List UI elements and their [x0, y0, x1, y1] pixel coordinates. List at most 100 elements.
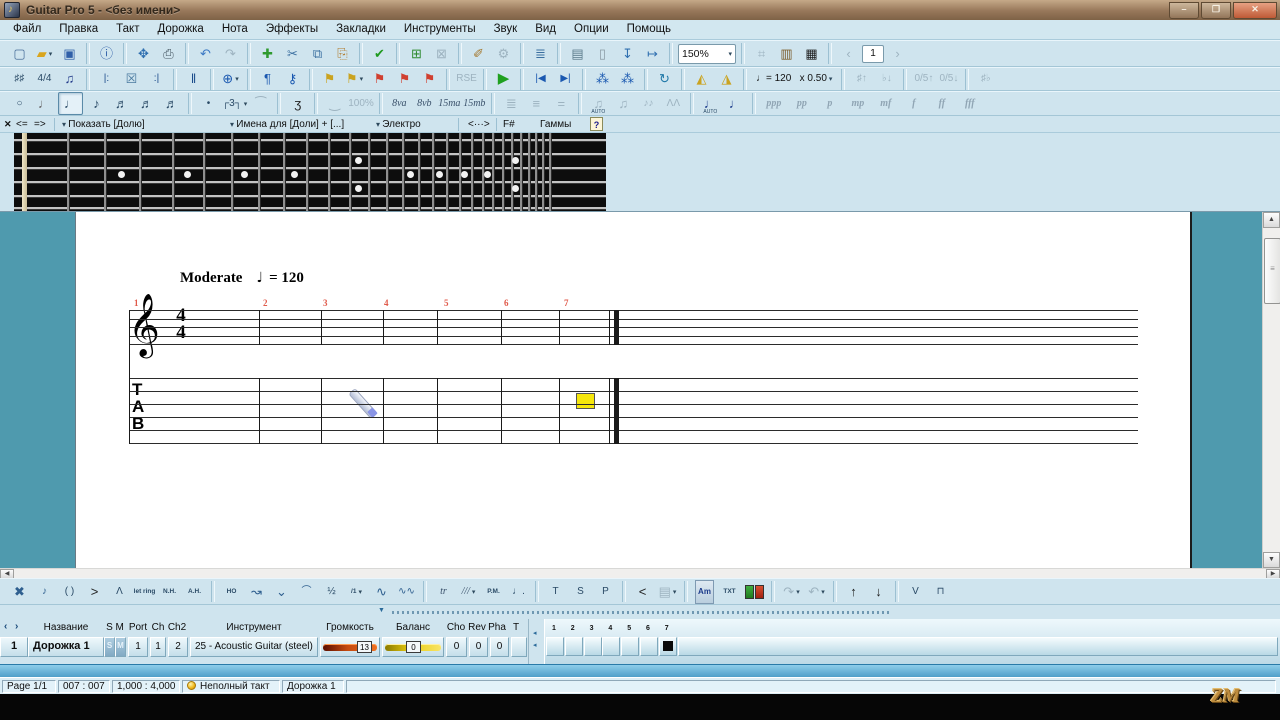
- text-button[interactable]: TXT: [718, 581, 741, 602]
- repeat-measure-button[interactable]: ☒: [120, 69, 143, 90]
- vertical-screen-mode-button[interactable]: ↧: [616, 43, 639, 64]
- quarter-note-button[interactable]: ♩: [58, 92, 83, 115]
- timeline-cell-1[interactable]: [546, 637, 564, 656]
- next-bookmark-button[interactable]: ⚑: [418, 69, 441, 90]
- timeline-cell-7[interactable]: [659, 637, 677, 656]
- fretboard[interactable]: [14, 133, 606, 211]
- menu-item-track[interactable]: Дорожка: [148, 20, 212, 39]
- properties-button[interactable]: ⓘ: [95, 43, 118, 64]
- strum-down-button[interactable]: ↓: [867, 581, 890, 602]
- palm-mute-button[interactable]: P.M.: [482, 581, 505, 602]
- paste-button[interactable]: ⎘: [331, 43, 354, 64]
- direction-button[interactable]: ¶: [256, 69, 279, 90]
- chord-diagram-button[interactable]: Am: [693, 581, 716, 602]
- dynamic-mp-button[interactable]: mp: [845, 93, 871, 114]
- rest-button[interactable]: ʒ: [286, 93, 309, 114]
- menu-item-measure[interactable]: Такт: [107, 20, 148, 39]
- staccato-button[interactable]: ♩.: [507, 581, 530, 602]
- channel2-cell[interactable]: 2: [168, 637, 188, 657]
- accent-button[interactable]: >: [83, 581, 106, 602]
- lock-button[interactable]: ⚷: [281, 69, 304, 90]
- save-button[interactable]: ▣: [58, 43, 81, 64]
- timeline-cell-4[interactable]: [602, 637, 620, 656]
- page-mode-button[interactable]: ▤: [566, 43, 589, 64]
- print-button[interactable]: ⎙: [157, 43, 180, 64]
- stem-auto-button[interactable]: ♩AUTO: [699, 93, 722, 114]
- channel-cell[interactable]: 1: [150, 637, 166, 657]
- repeat-close-button[interactable]: :|: [145, 69, 168, 90]
- keyboard-toggle-button[interactable]: ▦: [800, 43, 823, 64]
- fretboard-names-select[interactable]: Имена для [Доли] + [...]: [230, 117, 344, 132]
- last-measure-button[interactable]: ▶|: [554, 69, 577, 90]
- volume-slider[interactable]: 13: [320, 637, 380, 657]
- double-bar-button[interactable]: ‖: [182, 69, 205, 90]
- percussion-toggle-button[interactable]: ▥: [775, 43, 798, 64]
- mixer-next-button[interactable]: ›: [15, 621, 18, 632]
- vibrato-button[interactable]: ∿: [370, 581, 393, 602]
- menu-item-view[interactable]: Вид: [526, 20, 565, 39]
- tuplet-select-button[interactable]: ┌3┐▾: [222, 93, 247, 114]
- fretboard-range-button[interactable]: <···>: [468, 117, 490, 132]
- tremolo-picking-button[interactable]: ///▾: [457, 581, 480, 602]
- coda-button[interactable]: ⊕▾: [219, 69, 242, 90]
- fretboard-show-select[interactable]: Показать [Долю]: [62, 117, 145, 132]
- fade-in-button[interactable]: <: [631, 581, 654, 602]
- add-track-button[interactable]: ⊞: [405, 43, 428, 64]
- new-file-button[interactable]: ▢: [8, 43, 31, 64]
- vertical-scroll-thumb[interactable]: ≡: [1264, 238, 1280, 304]
- strum-up-button[interactable]: ↑: [842, 581, 865, 602]
- note-cursor[interactable]: [576, 393, 595, 409]
- sixteenth-note-button[interactable]: ♬: [110, 93, 133, 114]
- dotted-note-button[interactable]: •: [197, 93, 220, 114]
- artificial-harmonic-button[interactable]: A.H.: [183, 581, 206, 602]
- play-button[interactable]: ▶: [492, 69, 515, 90]
- multitrack-view-button[interactable]: ≣: [529, 43, 552, 64]
- close-button[interactable]: ✕: [1233, 2, 1277, 19]
- time-signature-button[interactable]: 4/4: [33, 69, 56, 90]
- first-measure-button[interactable]: |◀: [529, 69, 552, 90]
- play-all-tracks-button[interactable]: ⁂: [616, 69, 639, 90]
- dynamic-ppp-button[interactable]: ppp: [761, 93, 787, 114]
- panel-splitter[interactable]: ▼: [0, 605, 1280, 619]
- track-name-cell[interactable]: Дорожка 1: [28, 637, 104, 657]
- undo-button[interactable]: ↶: [194, 43, 217, 64]
- wide-vibrato-button[interactable]: ∿∿: [395, 581, 418, 602]
- fretboard-type-select[interactable]: Электро: [376, 117, 421, 132]
- fretboard-nav-right-button[interactable]: =>: [34, 117, 46, 132]
- mute-button[interactable]: M: [115, 637, 126, 657]
- dynamic-fff-button[interactable]: fff: [957, 93, 983, 114]
- sixty-fourth-note-button[interactable]: ♬: [160, 93, 183, 114]
- repeat-open-button[interactable]: |:: [95, 69, 118, 90]
- zoom-select[interactable]: 150%▾: [678, 44, 736, 64]
- let-ring-button[interactable]: let ring: [133, 581, 156, 602]
- menu-item-markers[interactable]: Закладки: [327, 20, 395, 39]
- balance-slider[interactable]: 0: [382, 637, 444, 657]
- page-setup-button[interactable]: ✥: [132, 43, 155, 64]
- bend-release-button[interactable]: ⌒: [295, 581, 318, 602]
- menu-item-file[interactable]: Файл: [4, 20, 50, 39]
- prev-bookmark-button[interactable]: ⚑: [368, 69, 391, 90]
- half-note-button[interactable]: ♩: [33, 93, 56, 114]
- ottava-8vb-button[interactable]: 8vb: [413, 93, 436, 114]
- timeline-cell-3[interactable]: [584, 637, 602, 656]
- scroll-down-button[interactable]: ▼: [1263, 552, 1280, 568]
- popping-button[interactable]: P: [594, 581, 617, 602]
- help-icon[interactable]: ?: [590, 117, 603, 131]
- dynamic-mf-button[interactable]: mf: [873, 93, 899, 114]
- key-signature-button[interactable]: ♯♯: [8, 69, 31, 90]
- mix-table-button[interactable]: [743, 581, 766, 602]
- metronome-button[interactable]: ◭: [690, 69, 713, 90]
- add-bookmark-button[interactable]: ⚑: [318, 69, 341, 90]
- timeline-cell-2[interactable]: [565, 637, 583, 656]
- menu-item-sound[interactable]: Звук: [485, 20, 527, 39]
- track-number-cell[interactable]: 1: [0, 637, 28, 657]
- reverb-cell[interactable]: 0: [469, 637, 488, 657]
- natural-harmonic-button[interactable]: N.H.: [158, 581, 181, 602]
- thirty-second-note-button[interactable]: ♬: [135, 93, 158, 114]
- open-file-button[interactable]: ▰▾: [33, 43, 56, 64]
- menu-item-help[interactable]: Помощь: [618, 20, 680, 39]
- insert-measure-button[interactable]: ✚: [256, 43, 279, 64]
- menu-item-effects[interactable]: Эффекты: [257, 20, 327, 39]
- solo-button[interactable]: S: [104, 637, 115, 657]
- slide-button[interactable]: /1▾: [345, 581, 368, 602]
